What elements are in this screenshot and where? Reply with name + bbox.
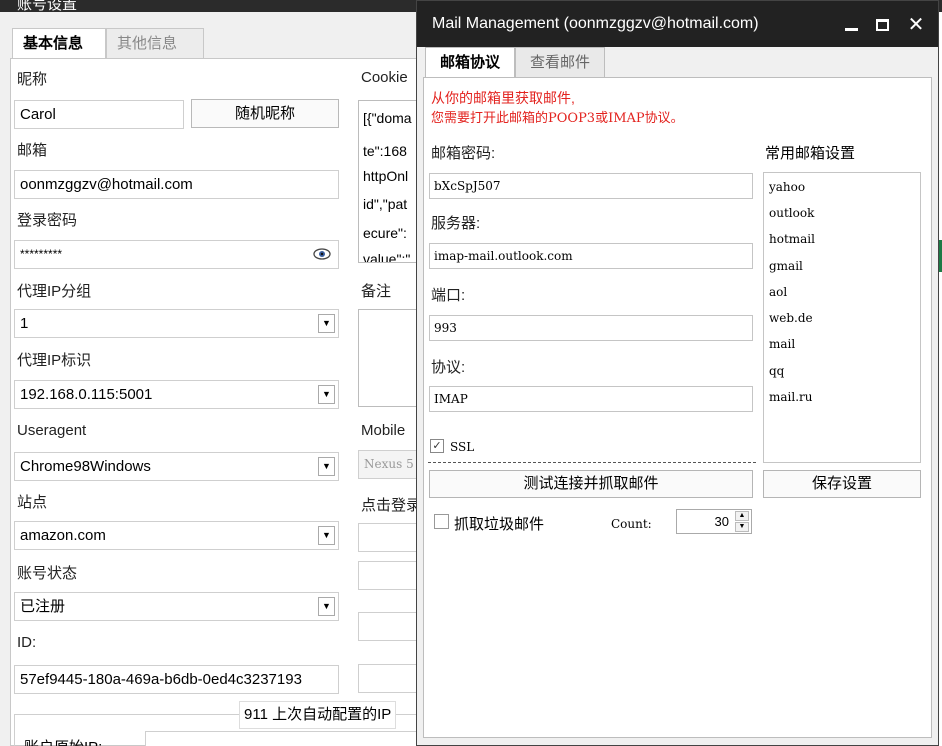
- site-select[interactable]: amazon.com ▼: [14, 521, 339, 550]
- remark-textarea[interactable]: [358, 309, 418, 407]
- stepper-down-icon[interactable]: ▼: [735, 522, 749, 532]
- proxy-group-select[interactable]: 1 ▼: [14, 309, 339, 338]
- mail-management-window: Mail Management (oonmzggzv@hotmail.com) …: [416, 0, 939, 746]
- tab-other-info[interactable]: 其他信息: [106, 28, 204, 59]
- list-item-gmail[interactable]: gmail: [769, 259, 803, 273]
- site-label: 站点: [17, 494, 48, 511]
- mail-titlebar: Mail Management (oonmzggzv@hotmail.com) …: [417, 1, 938, 47]
- list-item-hotmail[interactable]: hotmail: [769, 232, 815, 246]
- port-field[interactable]: 993: [429, 315, 753, 341]
- stepper-up-icon[interactable]: ▲: [735, 511, 749, 521]
- email-field[interactable]: oonmzggzv@hotmail.com: [14, 170, 339, 199]
- original-ip-field[interactable]: [145, 731, 445, 746]
- cookie-textarea[interactable]: [{"doma te":168 httpOnl id","pat ecure":…: [358, 100, 418, 263]
- email-label: 邮箱: [17, 142, 48, 159]
- original-ip-label: 账户原始IP:: [24, 736, 102, 746]
- useragent-value: Chrome98Windows: [20, 458, 151, 475]
- mail-password-label: 邮箱密码:: [431, 145, 496, 162]
- mobile-select[interactable]: Nexus 5: [358, 450, 418, 479]
- minimize-icon: [844, 28, 858, 31]
- id-field[interactable]: 57ef9445-180a-469a-b6db-0ed4c3237193: [14, 665, 339, 694]
- junk-mail-label: 抓取垃圾邮件: [454, 516, 545, 533]
- account-settings-title: 账号设置: [17, 0, 78, 12]
- chevron-down-icon[interactable]: ▼: [318, 597, 335, 616]
- nickname-field[interactable]: Carol: [14, 100, 184, 129]
- cookie-line: [{"doma: [363, 110, 412, 126]
- list-item-webde[interactable]: web.de: [769, 311, 813, 325]
- chevron-down-icon[interactable]: ▼: [318, 385, 335, 404]
- protocol-field[interactable]: IMAP: [429, 386, 753, 412]
- checkmark-icon: ✓: [432, 440, 442, 452]
- cookie-label: Cookie: [361, 69, 408, 86]
- useragent-select[interactable]: Chrome98Windows ▼: [14, 452, 339, 481]
- count-stepper[interactable]: 30 ▲ ▼: [676, 509, 752, 534]
- password-field[interactable]: *********: [14, 240, 339, 269]
- click-login-label: 点击登录: [361, 497, 422, 514]
- id-label: ID:: [17, 634, 37, 651]
- nickname-label: 昵称: [17, 71, 48, 88]
- maximize-icon: [875, 19, 889, 31]
- list-item-qq[interactable]: qq: [769, 364, 784, 378]
- close-icon: ✕: [907, 14, 925, 36]
- hint-line-2: 您需要打开此邮箱的POOP3或IMAP协议。: [431, 111, 684, 126]
- proxy-group-label: 代理IP分组: [17, 283, 92, 300]
- list-item-mail[interactable]: mail: [769, 337, 795, 351]
- mail-window-title: Mail Management (oonmzggzv@hotmail.com): [432, 15, 759, 32]
- chevron-down-icon[interactable]: ▼: [318, 457, 335, 476]
- cookie-line: te":168: [363, 143, 407, 159]
- account-status-select[interactable]: 已注册 ▼: [14, 592, 339, 621]
- mail-password-field[interactable]: bXcSpJ507: [429, 173, 753, 199]
- list-item-aol[interactable]: aol: [769, 285, 787, 299]
- proxy-group-value: 1: [20, 315, 29, 332]
- proxy-id-label: 代理IP标识: [17, 352, 92, 369]
- list-item-outlook[interactable]: outlook: [769, 206, 814, 220]
- tab-view-mail[interactable]: 查看邮件: [515, 47, 605, 78]
- tab-mail-protocol[interactable]: 邮箱协议: [425, 47, 515, 79]
- count-value: 30: [714, 514, 729, 529]
- server-field[interactable]: imap-mail.outlook.com: [429, 243, 753, 269]
- test-connection-button[interactable]: 测试连接并抓取邮件: [429, 470, 753, 498]
- proxy-id-select[interactable]: 192.168.0.115:5001 ▼: [14, 380, 339, 409]
- cookie-line: ecure":: [363, 225, 407, 241]
- account-status-label: 账号状态: [17, 565, 78, 582]
- useragent-label: Useragent: [17, 422, 87, 439]
- common-settings-label: 常用邮箱设置: [765, 145, 856, 162]
- junk-mail-checkbox[interactable]: [434, 514, 449, 529]
- tab-basic-info[interactable]: 基本信息: [12, 28, 106, 59]
- cookie-line: httpOnl: [363, 168, 409, 184]
- count-label: Count:: [611, 517, 652, 531]
- account-status-value: 已注册: [20, 598, 66, 615]
- ssl-checkbox[interactable]: ✓: [430, 439, 444, 453]
- minimize-button[interactable]: [840, 15, 862, 35]
- login-field-4[interactable]: [358, 664, 418, 693]
- protocol-label: 协议:: [431, 359, 466, 376]
- cookie-line: id","pat: [363, 196, 408, 212]
- login-field-1[interactable]: [358, 523, 418, 552]
- port-label: 端口:: [431, 287, 466, 304]
- cookie-line: value":": [363, 251, 411, 263]
- dashed-divider: [428, 462, 756, 463]
- password-label: 登录密码: [17, 212, 78, 229]
- login-field-3[interactable]: [358, 612, 418, 641]
- mobile-label: Mobile: [361, 422, 406, 439]
- eye-icon[interactable]: [313, 247, 331, 261]
- remark-label: 备注: [361, 283, 392, 300]
- site-value: amazon.com: [20, 527, 106, 544]
- random-nickname-button[interactable]: 随机昵称: [191, 99, 339, 128]
- proxy-id-value: 192.168.0.115:5001: [20, 386, 153, 403]
- login-field-2[interactable]: [358, 561, 418, 590]
- password-value: *********: [20, 247, 63, 261]
- list-item-mailru[interactable]: mail.ru: [769, 390, 813, 404]
- maximize-button[interactable]: [871, 15, 893, 35]
- server-label: 服务器:: [431, 215, 481, 232]
- chevron-down-icon[interactable]: ▼: [318, 314, 335, 333]
- list-item-yahoo[interactable]: yahoo: [769, 180, 805, 194]
- hint-line-1: 从你的邮箱里获取邮件,: [431, 90, 575, 106]
- ip-group-caption: 911 上次自动配置的IP: [239, 701, 397, 729]
- ssl-label: SSL: [450, 440, 475, 454]
- close-button[interactable]: ✕: [905, 15, 927, 35]
- save-settings-button[interactable]: 保存设置: [763, 470, 921, 498]
- common-settings-list[interactable]: yahoo outlook hotmail gmail aol web.de m…: [763, 172, 921, 463]
- chevron-down-icon[interactable]: ▼: [318, 526, 335, 545]
